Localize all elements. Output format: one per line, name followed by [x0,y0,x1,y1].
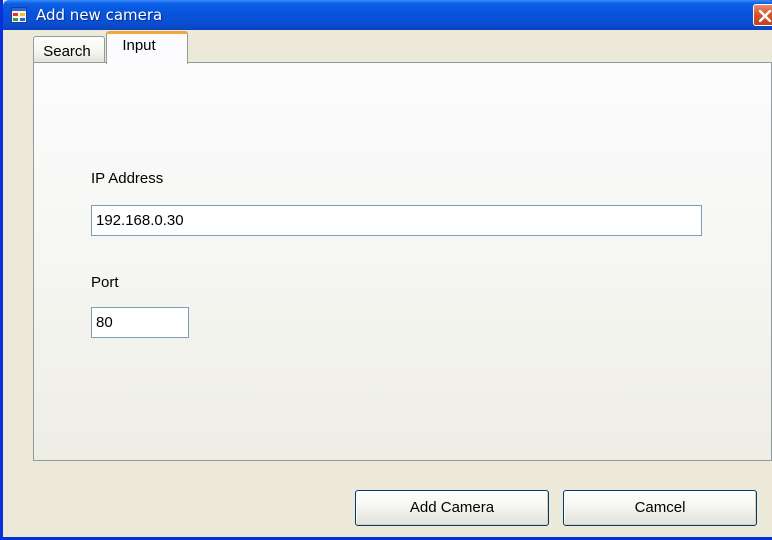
port-input[interactable] [91,307,189,338]
cancel-button-label: Camcel [634,499,686,516]
cancel-button[interactable]: Camcel [563,490,757,526]
close-icon [759,10,771,22]
tab-input-label: Input [122,37,156,54]
ip-address-label: IP Address [91,170,164,187]
window-app-icon[interactable] [11,7,27,23]
title-bar[interactable]: Add new camera [3,0,772,30]
add-camera-button[interactable]: Add Camera [355,490,549,526]
tab-panel-input: IP Address Port [33,62,772,461]
tab-search[interactable]: Search [33,36,105,63]
add-camera-dialog: Add new camera Search Input IP Address P… [0,0,772,540]
close-button[interactable] [753,4,772,26]
tab-input[interactable]: Input [106,31,188,64]
port-label: Port [91,274,119,291]
tab-search-label: Search [43,43,91,60]
window-title: Add new camera [36,6,163,24]
add-camera-button-label: Add Camera [409,499,495,516]
ip-address-input[interactable] [91,205,702,236]
